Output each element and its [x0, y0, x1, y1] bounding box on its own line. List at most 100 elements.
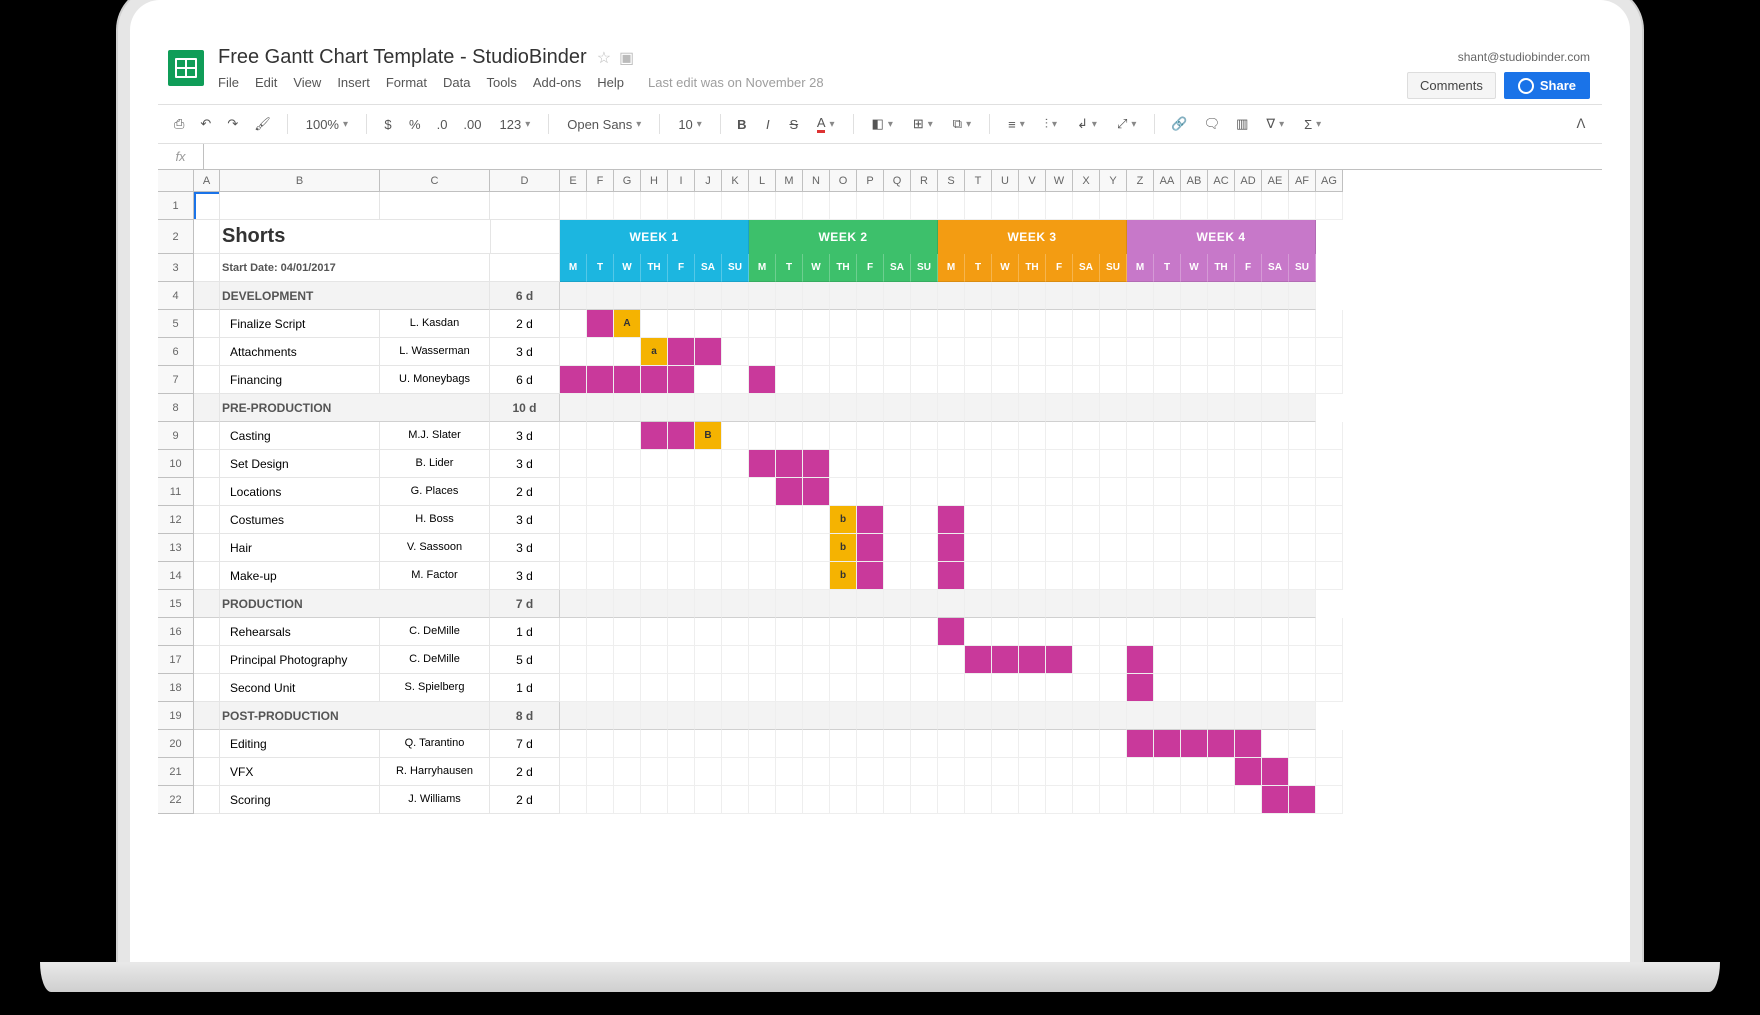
task-Principal-Photography-day-17[interactable] [1019, 646, 1046, 674]
task-Casting-day-26[interactable] [1262, 422, 1289, 450]
task-Costumes-day-20[interactable] [1100, 506, 1127, 534]
task-Hair-day-26[interactable] [1262, 534, 1289, 562]
task-Set-Design-day-28[interactable] [1316, 450, 1343, 478]
task-Attachments-day-0[interactable] [560, 338, 587, 366]
task-Hair-day-14[interactable] [938, 534, 965, 562]
phase-DEVELOPMENT-day-6[interactable] [722, 282, 749, 310]
task-Costumes-day-3[interactable] [641, 506, 668, 534]
task-Hair-day-16[interactable] [992, 534, 1019, 562]
task-Editing-day-13[interactable] [911, 730, 938, 758]
zoom-dropdown[interactable]: 100% [298, 113, 356, 136]
task-Hair-day-0[interactable] [560, 534, 587, 562]
task-Attachments-day-14[interactable] [938, 338, 965, 366]
phase-POST-PRODUCTION-day-18[interactable] [1046, 702, 1073, 730]
task-Financing-day-17[interactable] [1019, 366, 1046, 394]
task-Casting-day-10[interactable] [830, 422, 857, 450]
task-Attachments-day-10[interactable] [830, 338, 857, 366]
task-Financing-day-21[interactable] [1127, 366, 1154, 394]
task-Make-up-day-6[interactable] [722, 562, 749, 590]
menu-format[interactable]: Format [386, 75, 427, 90]
task-Attachments-day-13[interactable] [911, 338, 938, 366]
task-Locations-day-9[interactable] [803, 478, 830, 506]
task-Attachments-day-17[interactable] [1019, 338, 1046, 366]
task-Locations-day-19[interactable] [1073, 478, 1100, 506]
phase-PRE-PRODUCTION-day-5[interactable] [695, 394, 722, 422]
phase-PRODUCTION-day-25[interactable] [1235, 590, 1262, 618]
task-Editing-day-22[interactable] [1154, 730, 1181, 758]
task-Financing-day-11[interactable] [857, 366, 884, 394]
task-Finalize-Script-day-20[interactable] [1100, 310, 1127, 338]
task-Second-Unit-day-3[interactable] [641, 674, 668, 702]
task-Locations-day-5[interactable] [695, 478, 722, 506]
task-Make-up-day-8[interactable] [776, 562, 803, 590]
cell-r1-27[interactable] [1289, 192, 1316, 220]
task-Costumes-day-13[interactable] [911, 506, 938, 534]
task-Hair-day-18[interactable] [1046, 534, 1073, 562]
row-header-21[interactable]: 21 [158, 758, 194, 786]
task-Locations-day-13[interactable] [911, 478, 938, 506]
task-Finalize-Script-day-14[interactable] [938, 310, 965, 338]
task-Attachments-day-5[interactable] [695, 338, 722, 366]
task-Rehearsals-day-15[interactable] [965, 618, 992, 646]
task-Principal-Photography-day-14[interactable] [938, 646, 965, 674]
phase-DEVELOPMENT-day-26[interactable] [1262, 282, 1289, 310]
task-Attachments-day-4[interactable] [668, 338, 695, 366]
task-VFX-day-28[interactable] [1316, 758, 1343, 786]
task-Make-up-day-22[interactable] [1154, 562, 1181, 590]
task-Finalize-Script-day-8[interactable] [776, 310, 803, 338]
row-header-8[interactable]: 8 [158, 394, 194, 422]
task-Scoring-day-1[interactable] [587, 786, 614, 814]
cell-r1-14[interactable] [938, 192, 965, 220]
col-header-AE[interactable]: AE [1262, 170, 1289, 192]
phase-PRODUCTION-day-11[interactable] [857, 590, 884, 618]
task-Casting-day-9[interactable] [803, 422, 830, 450]
task-Make-up-day-28[interactable] [1316, 562, 1343, 590]
phase-PRE-PRODUCTION-day-17[interactable] [1019, 394, 1046, 422]
task-Attachments-day-2[interactable] [614, 338, 641, 366]
task-Set-Design-day-5[interactable] [695, 450, 722, 478]
task-Hair-day-4[interactable] [668, 534, 695, 562]
task-Finalize-Script-day-5[interactable] [695, 310, 722, 338]
task-Locations-day-8[interactable] [776, 478, 803, 506]
phase-POST-PRODUCTION-day-2[interactable] [614, 702, 641, 730]
row-header-5[interactable]: 5 [158, 310, 194, 338]
redo-icon[interactable]: ↷ [221, 112, 244, 136]
task-Principal-Photography-day-21[interactable] [1127, 646, 1154, 674]
col-header-S[interactable]: S [938, 170, 965, 192]
comment-icon[interactable]: 🗨 [1198, 112, 1227, 136]
task-Editing-day-9[interactable] [803, 730, 830, 758]
task-Make-up-day-4[interactable] [668, 562, 695, 590]
task-Scoring-day-24[interactable] [1208, 786, 1235, 814]
task-VFX-day-16[interactable] [992, 758, 1019, 786]
task-Casting-day-25[interactable] [1235, 422, 1262, 450]
task-Hair-day-11[interactable] [857, 534, 884, 562]
task-Casting-day-20[interactable] [1100, 422, 1127, 450]
task-Financing-day-19[interactable] [1073, 366, 1100, 394]
task-Casting-day-19[interactable] [1073, 422, 1100, 450]
task-Editing-day-1[interactable] [587, 730, 614, 758]
task-Second-Unit-day-12[interactable] [884, 674, 911, 702]
task-Costumes-day-11[interactable] [857, 506, 884, 534]
task-Finalize-Script-day-15[interactable] [965, 310, 992, 338]
task-Rehearsals-day-8[interactable] [776, 618, 803, 646]
task-Editing-day-23[interactable] [1181, 730, 1208, 758]
task-Costumes-day-9[interactable] [803, 506, 830, 534]
task-Scoring-day-10[interactable] [830, 786, 857, 814]
task-Rehearsals-day-24[interactable] [1208, 618, 1235, 646]
task-Hair-day-2[interactable] [614, 534, 641, 562]
task-Editing-day-17[interactable] [1019, 730, 1046, 758]
task-Scoring-day-4[interactable] [668, 786, 695, 814]
task-Costumes-day-2[interactable] [614, 506, 641, 534]
task-Attachments-day-20[interactable] [1100, 338, 1127, 366]
row-header-4[interactable]: 4 [158, 282, 194, 310]
task-Principal-Photography-day-28[interactable] [1316, 646, 1343, 674]
phase-PRODUCTION-day-2[interactable] [614, 590, 641, 618]
cell-r1-21[interactable] [1127, 192, 1154, 220]
col-header-AA[interactable]: AA [1154, 170, 1181, 192]
task-Make-up-day-23[interactable] [1181, 562, 1208, 590]
task-Set-Design-day-21[interactable] [1127, 450, 1154, 478]
phase-PRE-PRODUCTION-day-16[interactable] [992, 394, 1019, 422]
task-Principal-Photography-day-8[interactable] [776, 646, 803, 674]
phase-PRODUCTION-day-0[interactable] [560, 590, 587, 618]
task-Second-Unit-day-0[interactable] [560, 674, 587, 702]
